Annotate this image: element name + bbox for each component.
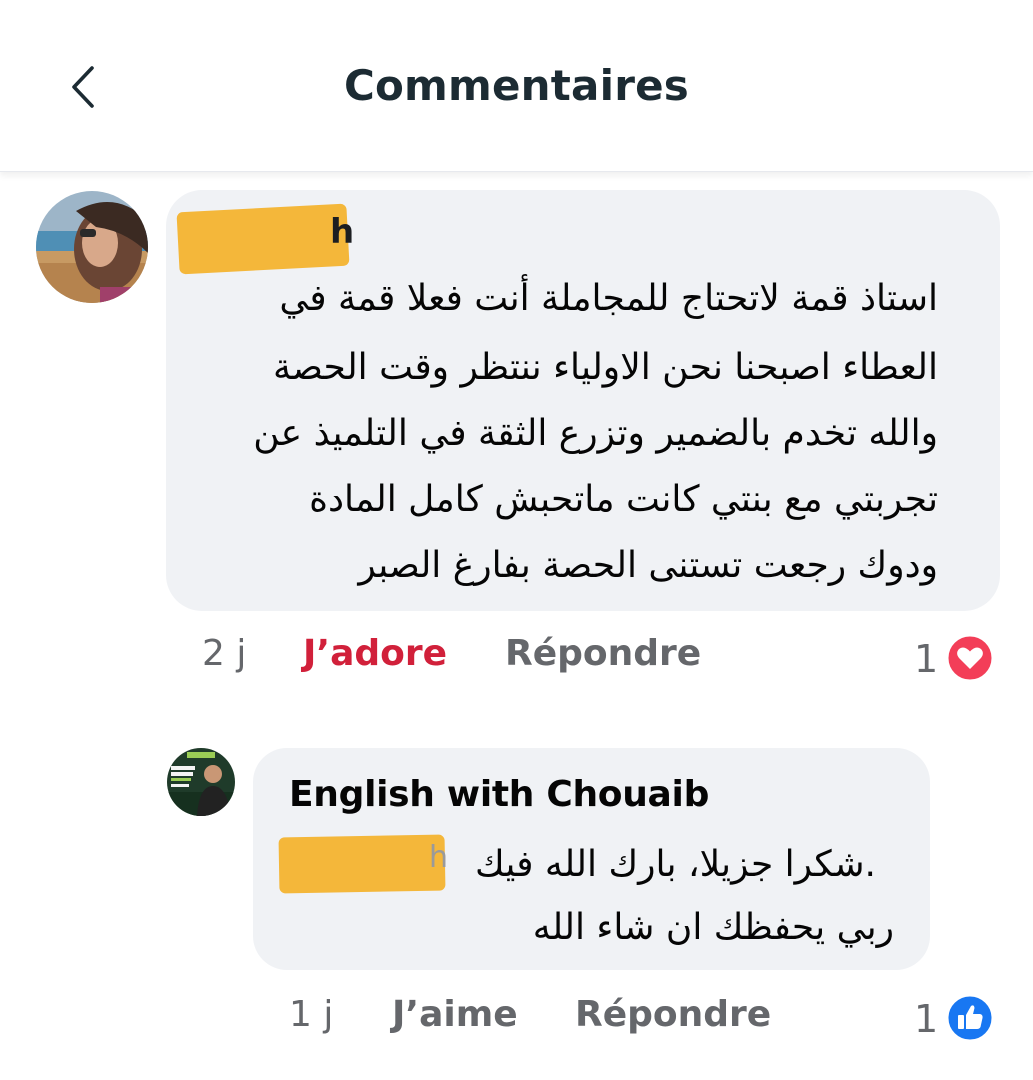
avatar[interactable] <box>167 748 235 816</box>
love-reaction-button[interactable]: J’adore <box>303 633 447 674</box>
top-bar: Commentaires <box>0 0 1033 172</box>
page-title: Commentaires <box>343 61 689 110</box>
comment-text-line: ودوك رجعت تستنى الحصة بفارغ الصبر <box>358 545 938 586</box>
comment-text-line: استاذ قمة لاتحتاج للمجاملة أنت فعلا قمة … <box>279 278 938 319</box>
comment-text-line: العطاء اصبحنا نحن الاولياء ننتظر وقت الح… <box>272 347 938 388</box>
comment-author-name[interactable]: h <box>330 212 354 252</box>
reply-author-name[interactable]: English with Chouaib <box>289 774 709 815</box>
author-name-redaction <box>176 203 350 275</box>
comment-text-line: والله تخدم بالضمير وتزرع الثقة في التلمي… <box>253 413 938 454</box>
reply-bubble[interactable]: English with Chouaib h .شكرا جزيلا، بارك… <box>253 748 930 970</box>
page-logo-icon <box>167 748 235 816</box>
reply-text-line: ربي يحفظك ان شاء الله <box>532 907 894 948</box>
comment-text-line: تجربتي مع بنتي كانت ماتحبش كامل المادة <box>309 479 938 520</box>
reply-timestamp: 1 j <box>289 994 334 1035</box>
comments-screen: Commentaires h استاذ قمة لاتحتاج للمجامل… <box>0 0 1033 1080</box>
reaction-count[interactable]: 1 <box>914 997 938 1041</box>
heart-reaction-icon[interactable] <box>945 633 995 683</box>
comment-timestamp: 2 j <box>202 633 247 674</box>
like-reaction-icon[interactable] <box>945 993 995 1043</box>
reply-button[interactable]: Répondre <box>505 633 701 674</box>
avatar[interactable] <box>36 191 148 303</box>
mention-redaction <box>278 834 446 894</box>
profile-photo-icon <box>36 191 148 303</box>
reply-text-line: .شكرا جزيلا، بارك الله فيك <box>474 844 876 885</box>
reply-mention-fragment[interactable]: h <box>429 840 448 875</box>
comment-bubble[interactable]: h استاذ قمة لاتحتاج للمجاملة أنت فعلا قم… <box>166 190 1000 611</box>
like-button[interactable]: J’aime <box>392 994 518 1035</box>
reaction-count[interactable]: 1 <box>914 637 938 681</box>
reply-button[interactable]: Répondre <box>575 994 771 1035</box>
